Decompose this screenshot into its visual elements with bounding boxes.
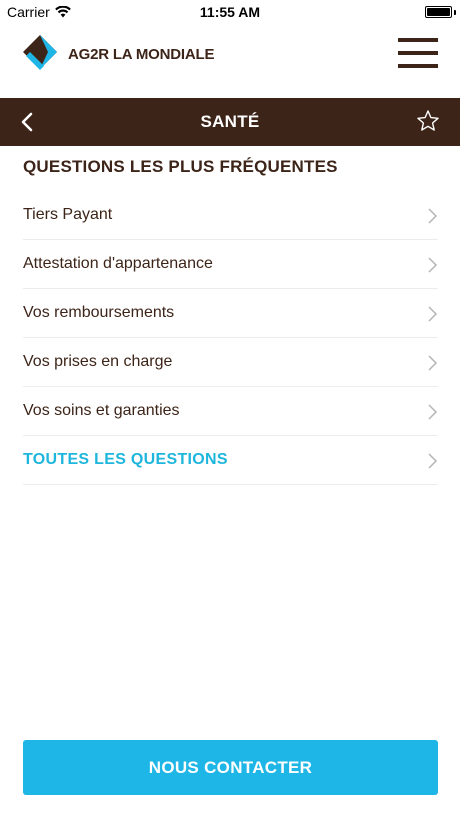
faq-section-title: QUESTIONS LES PLUS FRÉQUENTES — [23, 157, 338, 176]
ag2r-logo-icon — [23, 35, 57, 70]
faq-list: Tiers Payant Attestation d'appartenance … — [23, 191, 438, 485]
status-bar: Carrier 11:55 AM — [0, 0, 460, 24]
faq-item-label: Vos soins et garanties — [23, 402, 180, 419]
faq-item-prises-en-charge[interactable]: Vos prises en charge — [23, 338, 438, 387]
chevron-right-icon — [428, 404, 438, 420]
page-title: SANTÉ — [200, 112, 260, 131]
brand-name: AG2R LA MONDIALE — [68, 45, 215, 63]
app-screen: Carrier 11:55 AM AG2R LA MONDIALE SANTÉ … — [0, 0, 460, 818]
faq-item-attestation[interactable]: Attestation d'appartenance — [23, 240, 438, 289]
all-questions-label: TOUTES LES QUESTIONS — [23, 451, 228, 468]
faq-item-label: Attestation d'appartenance — [23, 255, 213, 272]
brand-header: AG2R LA MONDIALE — [0, 24, 460, 98]
faq-item-label: Vos remboursements — [23, 304, 175, 321]
contact-button-label: NOUS CONTACTER — [148, 757, 313, 777]
contact-button[interactable]: NOUS CONTACTER — [23, 740, 438, 795]
brand-logo[interactable]: AG2R LA MONDIALE — [22, 34, 214, 74]
nav-bar: SANTÉ — [0, 98, 460, 146]
hamburger-menu-icon[interactable] — [398, 38, 438, 70]
faq-item-tiers-payant[interactable]: Tiers Payant — [23, 191, 438, 240]
chevron-right-icon — [428, 208, 438, 224]
chevron-right-icon — [428, 257, 438, 273]
battery-tip — [454, 10, 456, 15]
all-questions-link[interactable]: TOUTES LES QUESTIONS — [23, 436, 438, 485]
clock: 11:55 AM — [199, 4, 261, 20]
faq-item-label: Tiers Payant — [23, 206, 113, 223]
chevron-right-icon — [428, 453, 438, 469]
faq-item-remboursements[interactable]: Vos remboursements — [23, 289, 438, 338]
faq-item-soins-garanties[interactable]: Vos soins et garanties — [23, 387, 438, 436]
star-outline-icon[interactable] — [416, 109, 440, 133]
chevron-right-icon — [428, 355, 438, 371]
faq-item-label: Vos prises en charge — [23, 353, 173, 370]
chevron-right-icon — [428, 306, 438, 322]
battery-icon — [425, 6, 452, 18]
